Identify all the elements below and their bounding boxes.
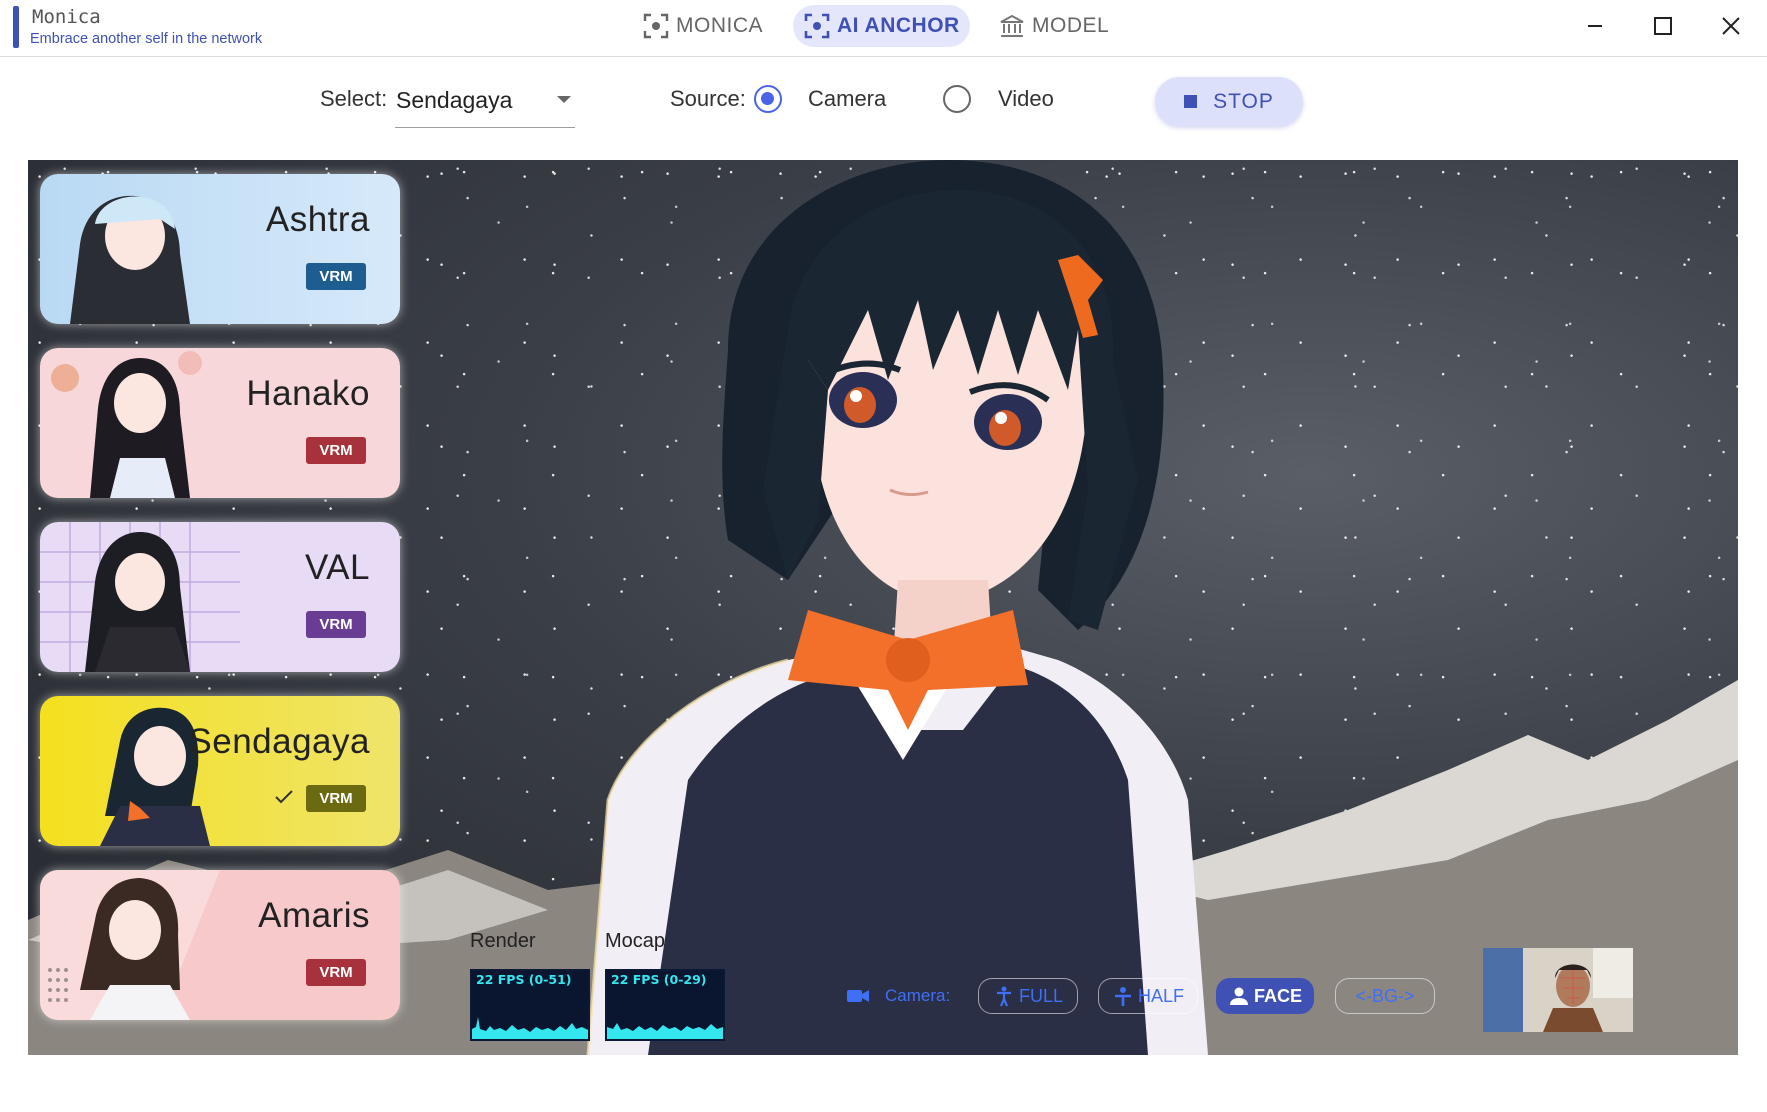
checkmark-icon bbox=[275, 790, 293, 804]
avatar-thumbnail bbox=[40, 174, 400, 324]
camera-full-label: FULL bbox=[1018, 985, 1063, 1006]
chevron-down-icon bbox=[557, 96, 571, 103]
vrm-badge: VRM bbox=[306, 959, 366, 986]
close-button[interactable] bbox=[1711, 8, 1751, 44]
stop-button[interactable]: STOP bbox=[1155, 77, 1303, 126]
avatar-select[interactable]: Sendagaya bbox=[395, 82, 575, 128]
source-video-label[interactable]: Video bbox=[998, 86, 1054, 112]
maximize-button[interactable] bbox=[1643, 8, 1683, 44]
render-fps-graph: 22 FPS (0-51) bbox=[470, 969, 590, 1041]
minimize-button[interactable] bbox=[1575, 8, 1615, 44]
minimize-icon bbox=[1588, 25, 1602, 27]
full-body-icon bbox=[996, 986, 1011, 1007]
video-camera-icon bbox=[847, 990, 869, 1002]
app-title: Monica bbox=[32, 6, 101, 28]
avatar-card-sendagaya[interactable]: Sendagaya VRM bbox=[40, 696, 400, 846]
camera-bg-button[interactable]: <-BG-> bbox=[1335, 978, 1435, 1014]
tab-monica[interactable]: MONICA bbox=[632, 5, 773, 47]
avatar-thumbnail bbox=[40, 348, 400, 498]
vrm-badge: VRM bbox=[306, 785, 366, 812]
webcam-feed-image bbox=[1483, 948, 1633, 1032]
tab-model[interactable]: MODEL bbox=[988, 5, 1119, 47]
stop-button-label: STOP bbox=[1213, 89, 1274, 113]
source-label: Source: bbox=[670, 86, 746, 111]
avatar-select-value: Sendagaya bbox=[396, 87, 513, 113]
avatar-card-ashtra[interactable]: Ashtra VRM bbox=[40, 174, 400, 324]
person-icon bbox=[1229, 987, 1248, 1005]
focus-frame-icon bbox=[643, 13, 669, 39]
maximize-icon bbox=[1654, 17, 1672, 35]
camera-face-button[interactable]: FACE bbox=[1216, 978, 1314, 1014]
source-camera-label[interactable]: Camera bbox=[808, 86, 886, 112]
render-label: Render bbox=[470, 930, 536, 952]
avatar-thumbnail bbox=[40, 870, 400, 1020]
vrm-badge: VRM bbox=[306, 263, 366, 290]
avatar-card-name: VAL bbox=[304, 548, 370, 587]
webcam-preview[interactable] bbox=[1483, 948, 1633, 1032]
avatar-card-name: Hanako bbox=[246, 374, 370, 413]
select-label: Select: bbox=[320, 86, 388, 111]
app-subtitle: Embrace another self in the network bbox=[30, 31, 263, 47]
avatar-card-hanako[interactable]: Hanako VRM bbox=[40, 348, 400, 498]
focus-frame-icon bbox=[804, 13, 830, 39]
vrm-badge: VRM bbox=[306, 611, 366, 638]
avatar-card-amaris[interactable]: Amaris VRM bbox=[40, 870, 400, 1020]
close-icon bbox=[1722, 17, 1740, 35]
mocap-fps-graph: 22 FPS (0-29) bbox=[605, 969, 725, 1041]
avatar-card-name: Amaris bbox=[258, 896, 370, 935]
bank-icon bbox=[1000, 14, 1024, 37]
tab-ai-anchor[interactable]: AI ANCHOR bbox=[793, 5, 970, 47]
avatar-card-val[interactable]: VAL VRM bbox=[40, 522, 400, 672]
camera-half-label: HALF bbox=[1137, 985, 1184, 1006]
mocap-fps-text: 22 FPS (0-29) bbox=[611, 972, 707, 987]
tab-monica-label: MONICA bbox=[676, 14, 763, 37]
avatar-thumbnail bbox=[40, 696, 400, 846]
vrm-badge: VRM bbox=[306, 437, 366, 464]
tab-model-label: MODEL bbox=[1032, 14, 1110, 37]
camera-full-button[interactable]: FULL bbox=[978, 978, 1078, 1014]
tab-ai-anchor-label: AI ANCHOR bbox=[837, 14, 960, 37]
brand-accent-bar bbox=[13, 6, 19, 48]
render-fps-sparkline bbox=[472, 1017, 588, 1039]
camera-half-button[interactable]: HALF bbox=[1098, 978, 1198, 1014]
camera-mode-label: Camera: bbox=[885, 986, 951, 1005]
source-camera-radio[interactable] bbox=[754, 85, 782, 113]
avatar-stage[interactable]: Ashtra VRM Hanako VRM VAL VRM Sendagaya … bbox=[28, 160, 1738, 1055]
avatar-card-name: Sendagaya bbox=[188, 722, 370, 761]
camera-bg-label: <-BG-> bbox=[1355, 985, 1415, 1006]
stop-icon bbox=[1184, 95, 1198, 108]
render-fps-text: 22 FPS (0-51) bbox=[476, 972, 572, 987]
mocap-fps-sparkline bbox=[607, 1023, 723, 1039]
mocap-label: Mocap bbox=[605, 930, 666, 952]
camera-face-label: FACE bbox=[1253, 985, 1302, 1006]
avatar-card-name: Ashtra bbox=[265, 200, 370, 239]
title-bar: Monica Embrace another self in the netwo… bbox=[0, 0, 1767, 57]
avatar-thumbnail bbox=[40, 522, 400, 672]
half-body-icon bbox=[1114, 987, 1131, 1006]
source-video-radio[interactable] bbox=[943, 85, 971, 113]
